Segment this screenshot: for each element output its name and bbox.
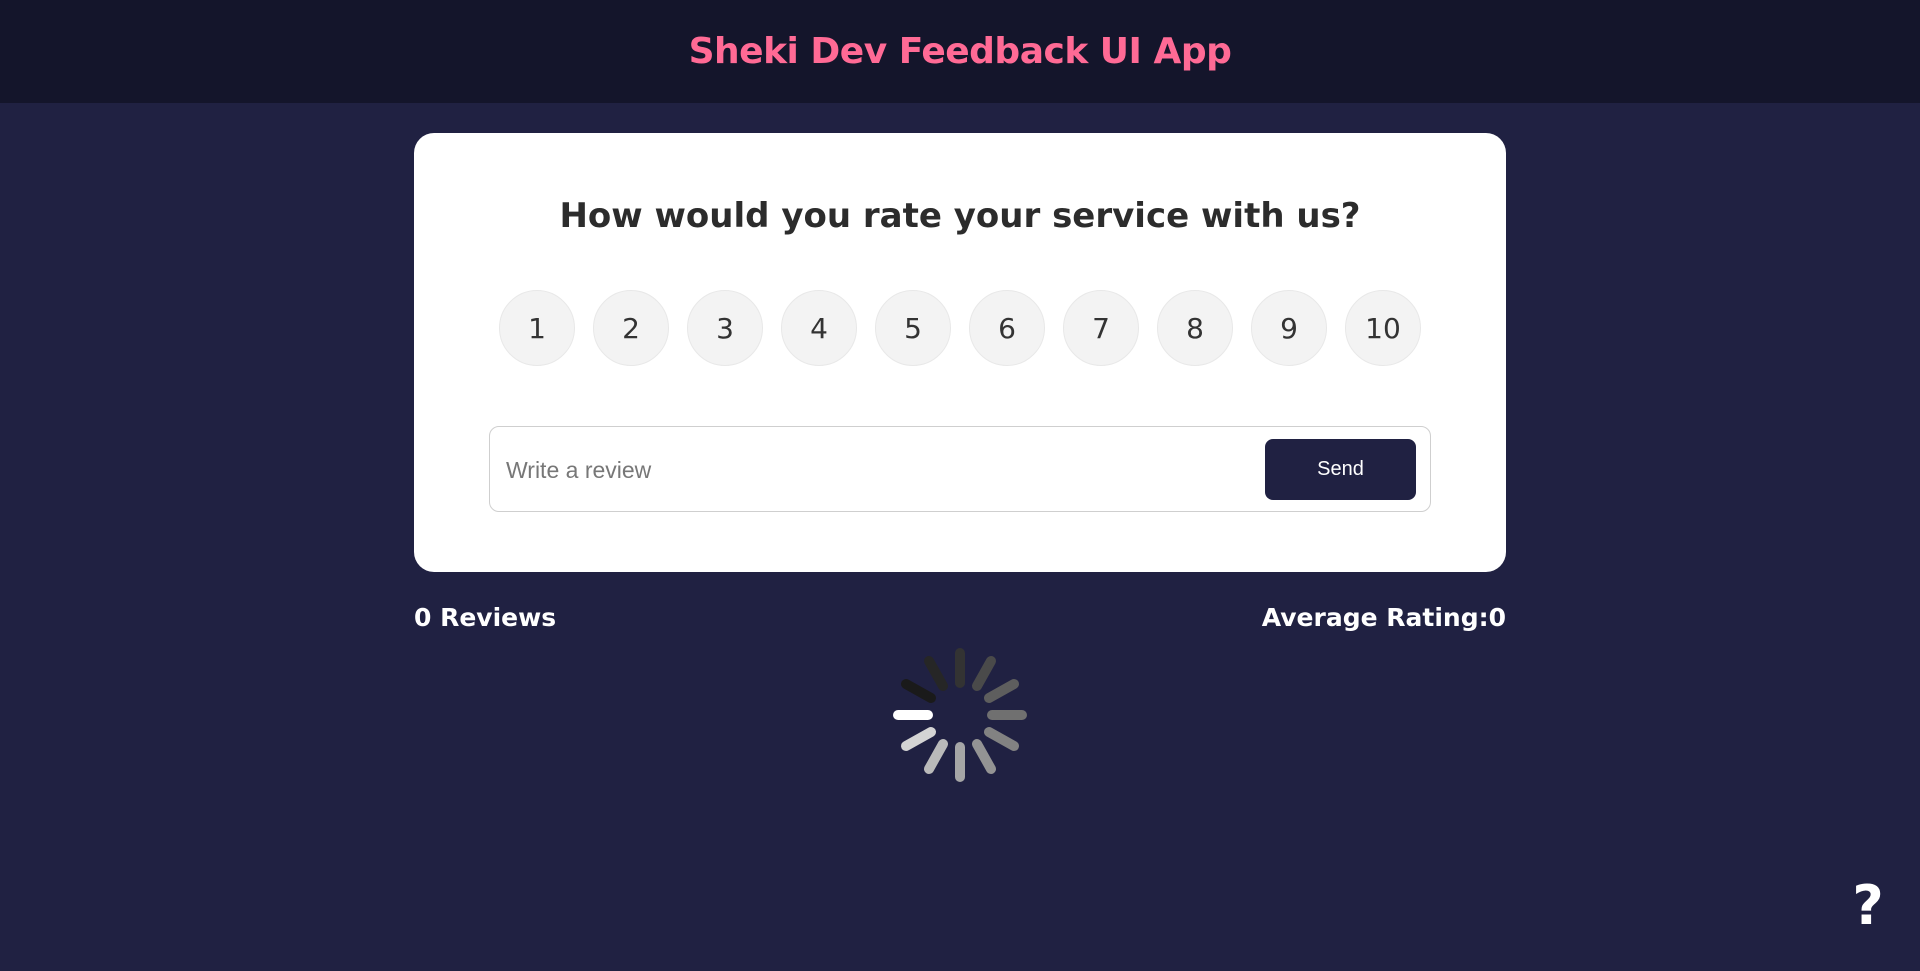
rating-option-10[interactable]: 10 [1345, 290, 1421, 366]
review-input[interactable] [506, 447, 1246, 493]
app-title: Sheki Dev Feedback UI App [688, 31, 1232, 72]
rating-option-3[interactable]: 3 [687, 290, 763, 366]
app-header: Sheki Dev Feedback UI App [0, 0, 1920, 103]
rating-option-9[interactable]: 9 [1251, 290, 1327, 366]
rating-option-6[interactable]: 6 [969, 290, 1045, 366]
rating-option-1[interactable]: 1 [499, 290, 575, 366]
review-form: Send [489, 426, 1431, 512]
rating-option-4[interactable]: 4 [781, 290, 857, 366]
spinner-icon [893, 648, 1027, 782]
rating-option-7[interactable]: 7 [1063, 290, 1139, 366]
rating-option-5[interactable]: 5 [875, 290, 951, 366]
rating-option-8[interactable]: 8 [1157, 290, 1233, 366]
average-rating: Average Rating:0 [1261, 603, 1506, 632]
help-icon[interactable]: ? [1848, 878, 1888, 934]
review-count: 0 Reviews [414, 603, 557, 632]
rating-option-2[interactable]: 2 [593, 290, 669, 366]
rating-question: How would you rate your service with us? [559, 196, 1361, 236]
send-button[interactable]: Send [1265, 439, 1416, 500]
